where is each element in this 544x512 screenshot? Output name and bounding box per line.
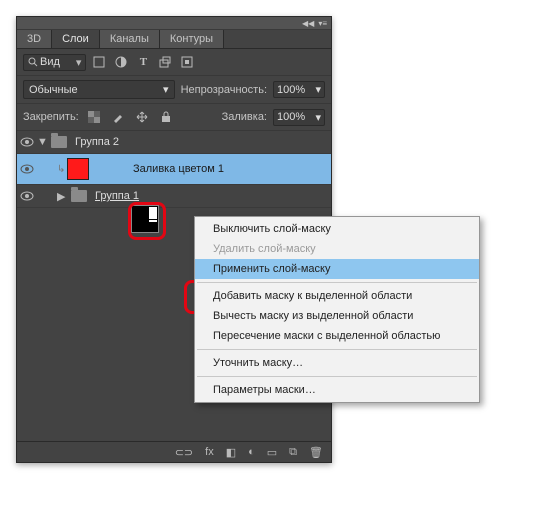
layer-row-selected[interactable]: ↳ Заливка цветом 1 — [17, 154, 331, 185]
menu-mask-options[interactable]: Параметры маски… — [195, 380, 479, 400]
tab-paths[interactable]: Контуры — [160, 30, 224, 48]
search-icon — [28, 57, 38, 67]
filter-type-icon[interactable]: T — [134, 53, 152, 71]
panel-bottom-bar: ⊂⊃ fx ◧ ◐ ▭ ⧉ 🗑 — [17, 441, 331, 462]
menu-refine-mask[interactable]: Уточнить маску… — [195, 353, 479, 373]
tab-channels[interactable]: Каналы — [100, 30, 160, 48]
menu-disable-mask[interactable]: Выключить слой-маску — [195, 219, 479, 239]
lock-label: Закрепить: — [23, 111, 79, 123]
collapse-icon[interactable]: ◀◀ — [302, 19, 314, 28]
layer-name[interactable]: Группа 1 — [91, 190, 139, 202]
new-group-icon[interactable]: ▭ — [267, 446, 277, 459]
menu-separator — [197, 376, 477, 377]
tab-layers[interactable]: Слои — [52, 30, 100, 48]
fill-label: Заливка: — [222, 111, 267, 123]
visibility-icon[interactable] — [17, 164, 37, 174]
layer-mask-thumbnail[interactable] — [131, 205, 159, 233]
menu-separator — [197, 349, 477, 350]
chevron-down-icon: ▾ — [76, 56, 82, 69]
menu-intersect-mask-selection[interactable]: Пересечение маски с выделенной областью — [195, 326, 479, 346]
menu-subtract-mask-selection[interactable]: Вычесть маску из выделенной области — [195, 306, 479, 326]
chevron-down-icon: ▾ — [315, 111, 321, 124]
panel-tabs: 3D Слои Каналы Контуры — [17, 30, 331, 49]
opacity-input[interactable]: 100% ▾ — [273, 81, 325, 98]
fill-input[interactable]: 100% ▾ — [273, 109, 325, 126]
lock-position-icon[interactable] — [133, 108, 151, 126]
adjustment-icon[interactable]: ◐ — [248, 446, 255, 458]
expand-icon[interactable]: ▼ — [37, 136, 51, 148]
fill-swatch[interactable] — [67, 158, 89, 180]
folder-icon — [51, 136, 67, 148]
clip-icon: ↳ — [57, 164, 67, 175]
context-menu: Выключить слой-маску Удалить слой-маску … — [194, 216, 480, 403]
filter-kind-label: Вид — [40, 56, 60, 68]
blend-row: Обычные ▾ Непрозрачность: 100% ▾ — [17, 76, 331, 104]
new-layer-icon[interactable]: ⧉ — [289, 446, 297, 459]
menu-separator — [197, 282, 477, 283]
link-layers-icon[interactable]: ⊂⊃ — [175, 446, 193, 459]
menu-delete-mask: Удалить слой-маску — [195, 239, 479, 259]
folder-icon — [71, 190, 87, 202]
menu-apply-mask[interactable]: Применить слой-маску — [195, 259, 479, 279]
blend-mode-select[interactable]: Обычные ▾ — [23, 80, 175, 99]
filter-adjust-icon[interactable] — [112, 53, 130, 71]
delete-icon[interactable]: 🗑 — [309, 446, 323, 459]
add-mask-icon[interactable]: ◧ — [226, 446, 236, 459]
filter-shape-icon[interactable] — [156, 53, 174, 71]
lock-row: Закрепить: Заливка: 100% ▾ — [17, 104, 331, 131]
opacity-value: 100% — [277, 84, 305, 96]
group-row[interactable]: ▶ Группа 1 — [17, 185, 331, 208]
chevron-down-icon: ▾ — [315, 83, 321, 96]
filter-pixel-icon[interactable] — [90, 53, 108, 71]
visibility-icon[interactable] — [17, 137, 37, 147]
layer-name[interactable]: Заливка цветом 1 — [129, 163, 224, 175]
lock-pixels-icon[interactable] — [109, 108, 127, 126]
filter-smart-icon[interactable] — [178, 53, 196, 71]
layer-name[interactable]: Группа 2 — [71, 136, 119, 148]
panel-titlebar[interactable]: ◀◀ ▾≡ — [17, 17, 331, 30]
fx-icon[interactable]: fx — [205, 446, 214, 458]
visibility-icon[interactable] — [17, 191, 37, 201]
menu-add-mask-selection[interactable]: Добавить маску к выделенной области — [195, 286, 479, 306]
filter-kind-select[interactable]: Вид ▾ — [23, 54, 86, 71]
group-row[interactable]: ▼ Группа 2 — [17, 131, 331, 154]
lock-transparent-icon[interactable] — [85, 108, 103, 126]
fill-value: 100% — [277, 111, 305, 123]
tab-3d[interactable]: 3D — [17, 30, 52, 48]
blend-mode-value: Обычные — [29, 84, 78, 96]
expand-icon[interactable]: ▶ — [57, 190, 71, 203]
panel-menu-icon[interactable]: ▾≡ — [318, 19, 327, 28]
lock-all-icon[interactable] — [157, 108, 175, 126]
chevron-down-icon: ▾ — [163, 83, 169, 96]
filter-row: Вид ▾ T — [17, 49, 331, 76]
opacity-label: Непрозрачность: — [181, 84, 267, 96]
